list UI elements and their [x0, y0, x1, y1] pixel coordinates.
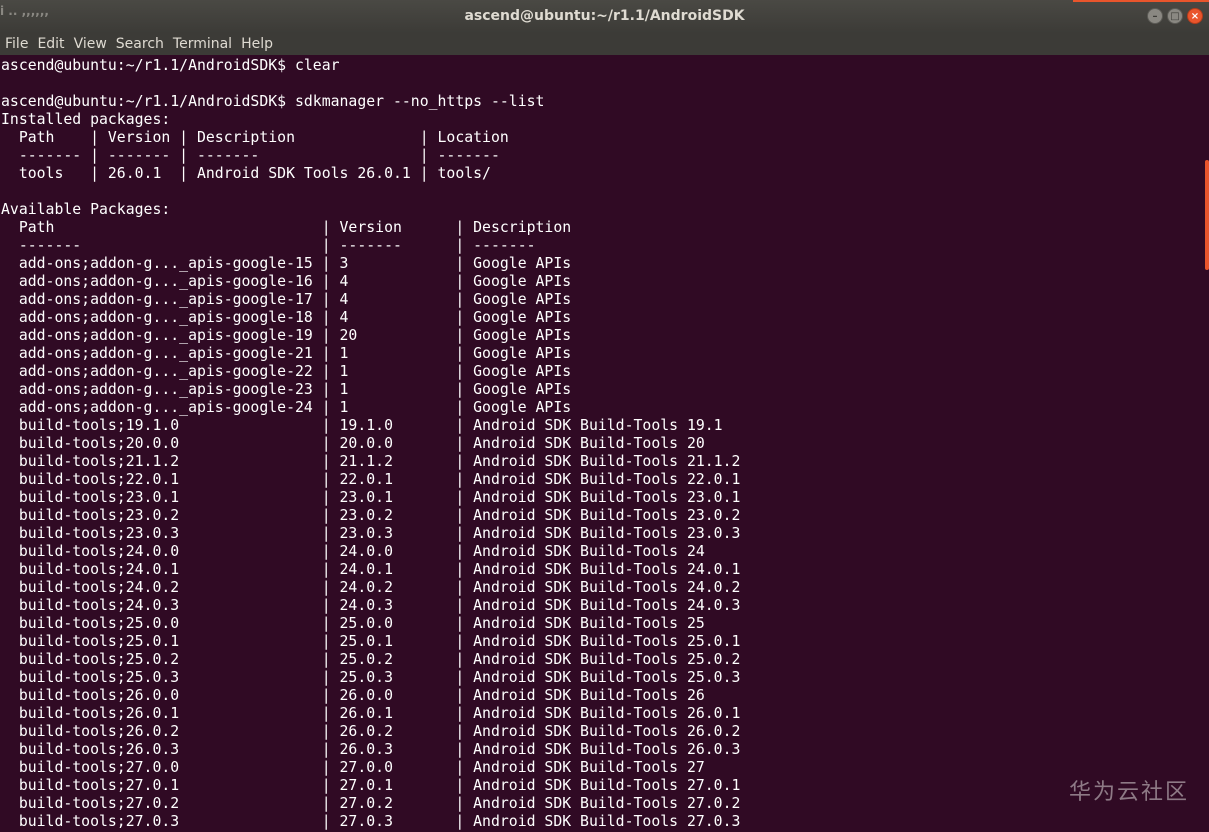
terminal-line: build-tools;26.0.1 | 26.0.1 | Android SD… [1, 705, 741, 722]
terminal-line: build-tools;23.0.2 | 23.0.2 | Android SD… [1, 507, 741, 524]
terminal-line: Available Packages: [1, 201, 171, 218]
terminal-line: Path | Version | Description | Location [1, 129, 509, 146]
terminal-line: build-tools;25.0.0 | 25.0.0 | Android SD… [1, 615, 705, 632]
close-button[interactable]: × [1187, 8, 1203, 24]
terminal-line: build-tools;26.0.2 | 26.0.2 | Android SD… [1, 723, 741, 740]
terminal-line: build-tools;24.0.3 | 24.0.3 | Android SD… [1, 597, 741, 614]
corner-fragment: i .. ,,,,,, [0, 4, 49, 18]
terminal-line: build-tools;27.0.1 | 27.0.1 | Android SD… [1, 777, 741, 794]
terminal-line: add-ons;addon-g..._apis-google-18 | 4 | … [1, 309, 572, 326]
terminal-line: Path | Version | Description [1, 219, 572, 236]
window-titlebar[interactable]: i .. ,,,,,, ascend@ubuntu:~/r1.1/Android… [0, 0, 1209, 33]
menu-help[interactable]: Help [236, 36, 277, 52]
terminal-line: build-tools;24.0.0 | 24.0.0 | Android SD… [1, 543, 705, 560]
terminal-line: build-tools;27.0.0 | 27.0.0 | Android SD… [1, 759, 705, 776]
terminal-line: build-tools;27.0.2 | 27.0.2 | Android SD… [1, 795, 741, 812]
terminal-line: build-tools;23.0.3 | 23.0.3 | Android SD… [1, 525, 741, 542]
minimize-button[interactable]: – [1147, 8, 1163, 24]
terminal-line: build-tools;19.1.0 | 19.1.0 | Android SD… [1, 417, 723, 434]
window-title: ascend@ubuntu:~/r1.1/AndroidSDK [464, 8, 745, 24]
terminal-line: add-ons;addon-g..._apis-google-19 | 20 |… [1, 327, 572, 344]
terminal-line: build-tools;24.0.2 | 24.0.2 | Android SD… [1, 579, 741, 596]
terminal-line: build-tools;20.0.0 | 20.0.0 | Android SD… [1, 435, 705, 452]
terminal-line: add-ons;addon-g..._apis-google-17 | 4 | … [1, 291, 572, 308]
menu-edit[interactable]: Edit [32, 36, 68, 52]
terminal-area[interactable]: ascend@ubuntu:~/r1.1/AndroidSDK$ clear a… [0, 55, 1209, 832]
terminal-line: ascend@ubuntu:~/r1.1/AndroidSDK$ sdkmana… [1, 93, 545, 110]
window-controls: – □ × [1147, 8, 1203, 24]
scrollbar-thumb[interactable] [1205, 160, 1209, 270]
terminal-line: build-tools;21.1.2 | 21.1.2 | Android SD… [1, 453, 741, 470]
maximize-button[interactable]: □ [1167, 8, 1183, 24]
terminal-line: ------- | ------- | ------- | ------- [1, 147, 500, 164]
terminal-line: build-tools;26.0.0 | 26.0.0 | Android SD… [1, 687, 705, 704]
terminal-line: ------- | ------- | ------- [1, 237, 536, 254]
watermark: 华为云社区 [1068, 780, 1189, 805]
terminal-line: build-tools;25.0.3 | 25.0.3 | Android SD… [1, 669, 741, 686]
menu-bar: File Edit View Search Terminal Help [0, 33, 1209, 55]
menu-file[interactable]: File [0, 36, 32, 52]
titlebar-accent [1073, 0, 1209, 2]
terminal-line: build-tools;25.0.1 | 25.0.1 | Android SD… [1, 633, 741, 650]
terminal-line: Installed packages: [1, 111, 171, 128]
terminal-line: build-tools;23.0.1 | 23.0.1 | Android SD… [1, 489, 741, 506]
terminal-line: add-ons;addon-g..._apis-google-21 | 1 | … [1, 345, 572, 362]
menu-terminal[interactable]: Terminal [168, 36, 236, 52]
menu-search[interactable]: Search [111, 36, 168, 52]
terminal-line: add-ons;addon-g..._apis-google-22 | 1 | … [1, 363, 572, 380]
terminal-line: ascend@ubuntu:~/r1.1/AndroidSDK$ clear [1, 57, 340, 74]
terminal-line: add-ons;addon-g..._apis-google-15 | 3 | … [1, 255, 572, 272]
terminal-line: build-tools;24.0.1 | 24.0.1 | Android SD… [1, 561, 741, 578]
menu-view[interactable]: View [69, 36, 111, 52]
terminal-line: build-tools;25.0.2 | 25.0.2 | Android SD… [1, 651, 741, 668]
terminal-line: build-tools;22.0.1 | 22.0.1 | Android SD… [1, 471, 741, 488]
terminal-line: tools | 26.0.1 | Android SDK Tools 26.0.… [1, 165, 491, 182]
terminal-line: add-ons;addon-g..._apis-google-16 | 4 | … [1, 273, 572, 290]
terminal-line: add-ons;addon-g..._apis-google-23 | 1 | … [1, 381, 572, 398]
terminal-line: add-ons;addon-g..._apis-google-24 | 1 | … [1, 399, 572, 416]
terminal-line: build-tools;26.0.3 | 26.0.3 | Android SD… [1, 741, 741, 758]
terminal-line: build-tools;27.0.3 | 27.0.3 | Android SD… [1, 813, 741, 830]
terminal-output: ascend@ubuntu:~/r1.1/AndroidSDK$ clear a… [0, 55, 1209, 831]
